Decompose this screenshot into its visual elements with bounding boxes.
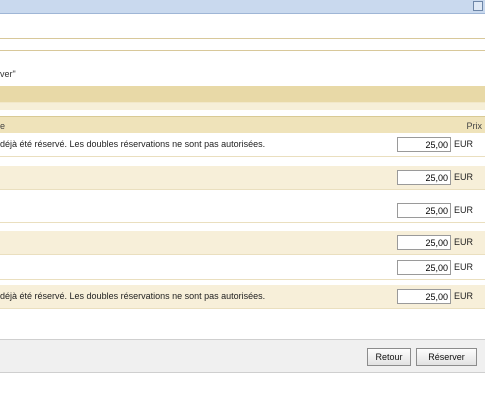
price-input[interactable]	[397, 260, 451, 275]
section-subheader-band	[0, 102, 485, 110]
price-input[interactable]	[397, 137, 451, 152]
currency-label: EUR	[454, 237, 474, 247]
row-message: déjà été réservé. Les doubles réservatio…	[0, 139, 266, 149]
row-message: déjà été réservé. Les doubles réservatio…	[0, 291, 266, 301]
table-row: déjà été réservé. Les doubles réservatio…	[0, 133, 485, 157]
price-input[interactable]	[397, 289, 451, 304]
window-control-icon[interactable]	[473, 1, 483, 11]
column-header-description: e	[0, 121, 6, 131]
section-caption: ver"	[0, 69, 16, 79]
currency-label: EUR	[454, 291, 474, 301]
action-bar: Retour Réserver	[0, 339, 485, 373]
table-row: EUR	[0, 231, 485, 255]
currency-label: EUR	[454, 139, 474, 149]
table-row: déjà été réservé. Les doubles réservatio…	[0, 285, 485, 309]
back-button[interactable]: Retour	[367, 348, 411, 366]
window-title-bar	[0, 0, 485, 14]
currency-label: EUR	[454, 205, 474, 215]
column-header-price: Prix	[466, 121, 483, 131]
currency-label: EUR	[454, 262, 474, 272]
panel-divider	[0, 38, 485, 39]
reserve-button[interactable]: Réserver	[416, 348, 477, 366]
panel-divider	[0, 50, 485, 51]
table-row: EUR	[0, 256, 485, 280]
section-header-band	[0, 86, 485, 102]
table-row: EUR	[0, 166, 485, 190]
table-row: EUR	[0, 199, 485, 223]
table-header: e Prix	[0, 116, 485, 133]
price-input[interactable]	[397, 203, 451, 218]
price-input[interactable]	[397, 235, 451, 250]
price-input[interactable]	[397, 170, 451, 185]
currency-label: EUR	[454, 172, 474, 182]
